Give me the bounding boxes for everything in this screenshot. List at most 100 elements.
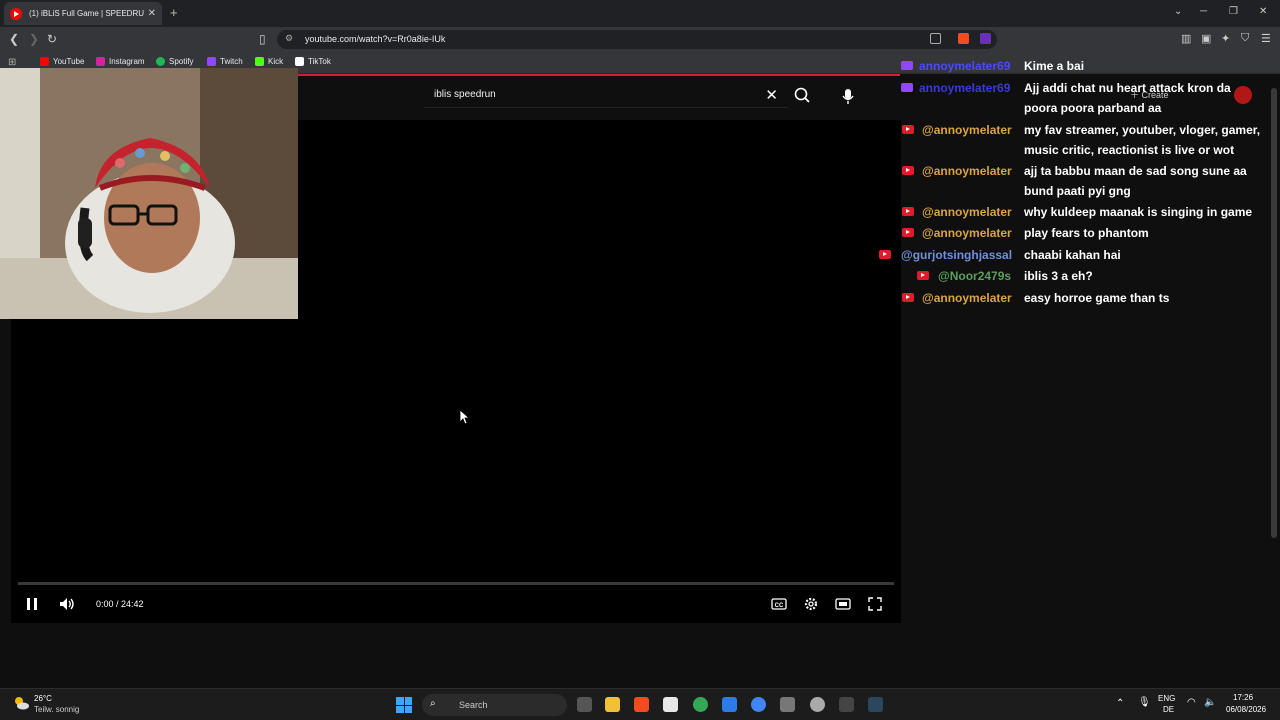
mouse-cursor-icon <box>459 409 469 425</box>
chat-text: chaabi kahan hai <box>1024 248 1121 262</box>
bookmark-label: Instagram <box>109 57 145 66</box>
bookmark-tiktok[interactable]: TikTok <box>295 57 331 66</box>
wallet-icon[interactable]: ▣ <box>1201 32 1211 45</box>
brave-rewards-icon[interactable] <box>980 33 991 44</box>
bookmark-label: TikTok <box>308 57 331 66</box>
omnibox[interactable]: ⚙ youtube.com/watch?v=Rr0a8ie-IUk <box>277 30 997 49</box>
twitch-badge-icon <box>901 61 913 70</box>
webcam-image <box>0 68 298 319</box>
volume-button[interactable] <box>58 596 76 612</box>
taskbar-search[interactable]: ⌕ Search <box>422 694 567 716</box>
clear-search-icon[interactable]: ✕ <box>765 86 778 104</box>
gear-icon <box>804 597 818 611</box>
obs-icon[interactable] <box>810 697 825 712</box>
url-text[interactable]: youtube.com/watch?v=Rr0a8ie-IUk <box>305 34 445 44</box>
browser-tab[interactable]: (1) iBLiS Full Game | SPEEDRUN | ✕ <box>4 2 162 25</box>
close-window-button[interactable]: ✕ <box>1259 6 1267 17</box>
youtube-badge-icon <box>902 207 914 216</box>
windows-logo-icon <box>396 697 404 705</box>
steam-icon[interactable] <box>868 697 883 712</box>
page-scrollbar[interactable] <box>1271 88 1277 538</box>
avatar[interactable] <box>1234 86 1252 104</box>
chat-text: iblis 3 a eh? <box>1024 269 1093 283</box>
tab-close-icon[interactable]: ✕ <box>148 8 156 19</box>
apps-grid-icon[interactable]: ⊞ <box>8 57 16 68</box>
youtube-badge-icon <box>917 271 929 280</box>
forward-button[interactable]: ❯ <box>29 32 39 46</box>
bookmark-label: YouTube <box>53 57 85 66</box>
wifi-icon[interactable]: ◠ <box>1187 697 1196 708</box>
leo-ai-icon[interactable]: ✦ <box>1221 32 1230 45</box>
task-view-icon[interactable] <box>577 697 592 712</box>
fullscreen-button[interactable] <box>867 596 883 612</box>
chrome-profile-icon[interactable] <box>751 697 766 712</box>
start-button[interactable] <box>396 697 412 713</box>
weather-description: Teilw. sonnig <box>34 705 80 714</box>
tray-overflow-icon[interactable]: ⌃ <box>1116 698 1124 709</box>
menu-icon[interactable]: ☰ <box>1261 32 1271 45</box>
chat-username: @annoymelater <box>922 226 1012 240</box>
weather-widget[interactable]: 26°C Teilw. sonnig <box>12 694 79 717</box>
app-window-icon[interactable] <box>839 697 854 712</box>
youtube-badge-icon <box>902 228 914 237</box>
app-icon[interactable] <box>780 697 795 712</box>
bookmark-kick[interactable]: Kick <box>255 57 283 66</box>
new-tab-button[interactable]: + <box>170 5 178 20</box>
maximize-button[interactable]: ❐ <box>1229 6 1238 17</box>
cast-icon[interactable] <box>930 33 941 44</box>
chat-username: @annoymelater <box>922 123 1012 137</box>
taskbar-search-label: Search <box>459 700 488 710</box>
bookmark-youtube[interactable]: YouTube <box>40 57 84 66</box>
capcut-icon[interactable] <box>663 697 678 712</box>
settings-button[interactable] <box>803 596 819 612</box>
subtitles-button[interactable]: CC <box>771 596 787 612</box>
tab-title: (1) iBLiS Full Game | SPEEDRUN | <box>29 9 144 18</box>
vpn-icon[interactable]: ⛉ <box>1241 32 1249 45</box>
voice-search-button[interactable] <box>838 86 858 106</box>
taskbar: 26°C Teilw. sonnig ⌕ Search ⌃ 🎙 ENG DE ◠… <box>0 688 1280 720</box>
site-info-icon[interactable]: ⚙ <box>285 33 293 44</box>
microphone-icon[interactable]: 🎙 <box>1138 697 1151 708</box>
bookmark-instagram[interactable]: Instagram <box>96 57 145 66</box>
twitch-badge-icon <box>901 83 913 92</box>
chrome-icon[interactable] <box>693 697 708 712</box>
bookmark-twitch[interactable]: Twitch <box>207 57 243 66</box>
fullscreen-icon <box>868 597 882 611</box>
search-query[interactable]: iblis speedrun <box>434 89 496 100</box>
input-region[interactable]: DE <box>1163 705 1174 714</box>
chat-text-line2: poora poora parband aa <box>1024 101 1162 115</box>
captions-icon: CC <box>771 598 787 610</box>
twitch-icon <box>207 57 216 66</box>
tiktok-icon <box>295 57 304 66</box>
speaker-icon[interactable]: 🔈 <box>1204 697 1216 708</box>
file-explorer-icon[interactable] <box>605 697 620 712</box>
pause-button[interactable] <box>25 596 39 612</box>
address-bar-row: ❮ ❯ ↻ ▯ ⚙ youtube.com/watch?v=Rr0a8ie-IU… <box>0 27 1280 52</box>
notepad-icon[interactable] <box>722 697 737 712</box>
chat-text: Kime a bai <box>1024 59 1085 73</box>
back-button[interactable]: ❮ <box>9 32 19 46</box>
chat-username: @Noor2479s <box>938 269 1012 283</box>
youtube-search-input[interactable]: iblis speedrun ✕ <box>424 82 788 108</box>
bookmark-icon[interactable]: ▯ <box>259 32 266 46</box>
progress-bar[interactable] <box>18 582 894 585</box>
chat-text-line2: music critic, reactionist is live or wot <box>1024 143 1235 157</box>
time-display: 0:00 / 24:42 <box>96 599 144 609</box>
reload-button[interactable]: ↻ <box>47 32 57 46</box>
svg-text:CC: CC <box>775 603 784 609</box>
search-button[interactable] <box>791 86 813 106</box>
clock-time[interactable]: 17:26 <box>1233 693 1253 702</box>
brave-shields-icon[interactable] <box>958 33 969 44</box>
bookmark-spotify[interactable]: Spotify <box>156 57 193 66</box>
instagram-icon <box>96 57 105 66</box>
search-icon: ⌕ <box>430 698 436 709</box>
input-language[interactable]: ENG <box>1158 694 1175 703</box>
tab-search-icon[interactable]: ⌄ <box>1174 6 1182 17</box>
brave-browser-icon[interactable] <box>634 697 649 712</box>
sidebar-icon[interactable]: ▥ <box>1181 32 1191 45</box>
chat-text: why kuldeep maanak is singing in game <box>1024 205 1253 219</box>
clock-date[interactable]: 06/08/2026 <box>1226 705 1266 714</box>
theater-mode-button[interactable] <box>835 596 851 612</box>
bookmark-label: Kick <box>268 57 284 66</box>
minimize-button[interactable]: ─ <box>1200 6 1207 17</box>
